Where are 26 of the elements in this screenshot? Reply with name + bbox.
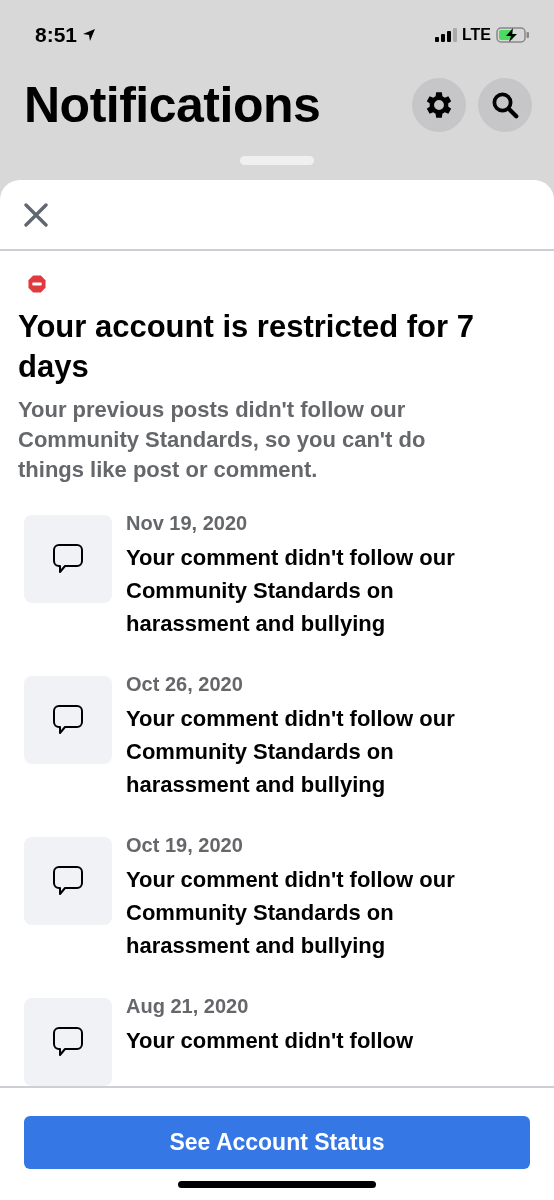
violation-text: Your comment didn't follow our Community Standards on harassment and bullying <box>126 866 456 960</box>
status-time: 8:51 <box>35 23 78 47</box>
see-account-status-button[interactable]: See Account Status <box>24 1116 530 1169</box>
violation-text: Your comment didn't follow our Community Standards on harassment and bullying <box>126 705 456 799</box>
comment-icon <box>51 542 85 576</box>
close-button[interactable] <box>24 202 48 227</box>
settings-button[interactable] <box>412 78 466 132</box>
battery-charging-icon <box>496 27 530 43</box>
search-button[interactable] <box>478 78 532 132</box>
restriction-heading: Your account is restricted for 7 days <box>18 308 475 386</box>
network-label: LTE <box>461 26 491 44</box>
violation-date: Nov 19, 2020 <box>126 511 249 536</box>
violation-date: Oct 26, 2020 <box>126 672 244 697</box>
signal-icon <box>434 28 457 42</box>
violation-date: Aug 21, 2020 <box>126 994 250 1019</box>
comment-icon <box>51 1025 85 1059</box>
comment-icon <box>51 864 85 898</box>
location-arrow-icon <box>82 28 97 42</box>
violation-text: Your comment didn't follow <box>126 1027 415 1055</box>
comment-icon <box>51 703 85 737</box>
close-icon <box>24 202 48 227</box>
search-icon <box>490 90 520 120</box>
violation-date: Oct 19, 2020 <box>126 833 244 858</box>
violation-text: Your comment didn't follow our Community Standards on harassment and bullying <box>126 544 456 638</box>
restriction-description: Your previous posts didn't follow our Community Standards, so you can't do things like post or comment. <box>18 396 427 484</box>
page-title: Notifications <box>24 76 321 134</box>
